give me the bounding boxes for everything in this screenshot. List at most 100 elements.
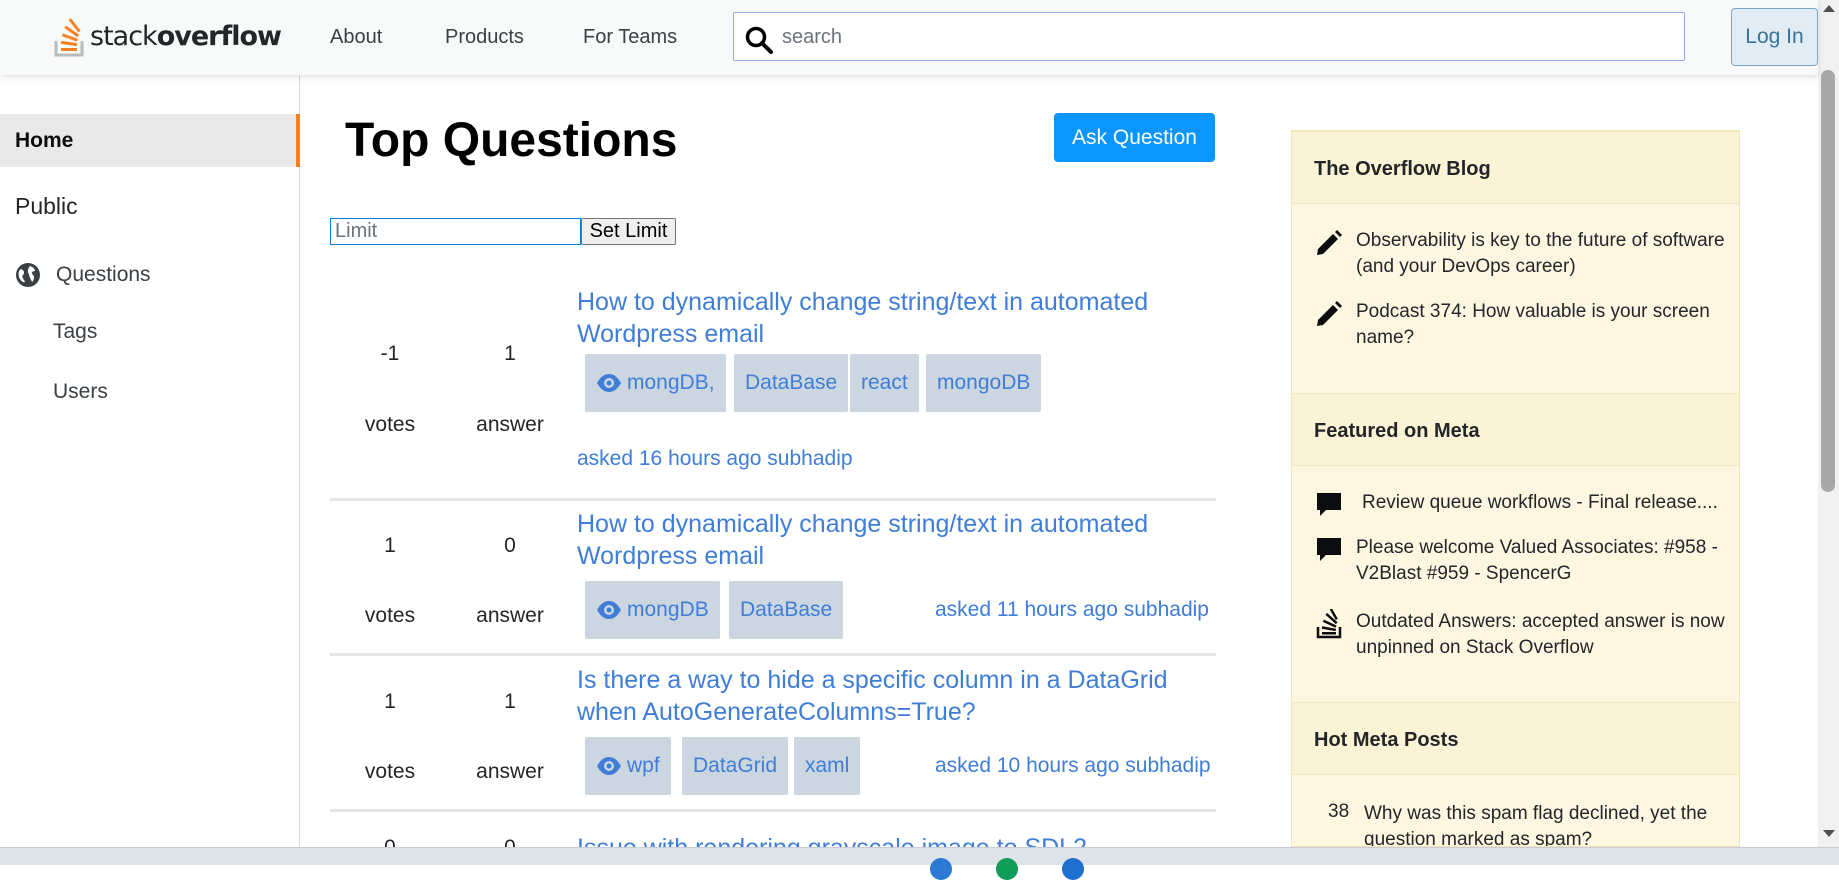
tag-label: DataBase [740,598,833,621]
vote-label: votes [364,604,416,627]
eye-icon [597,374,621,392]
stackoverflow-logo[interactable]: stackoverflow [52,14,282,58]
tag-label: DataGrid [693,754,778,777]
top-bar: stackoverflow About Products For Teams L… [0,0,1818,75]
taskbar-app-icon[interactable] [930,858,952,880]
tag-label: DataBase [745,371,838,394]
limit-input[interactable] [330,218,581,245]
meta-item-text: Review queue workflows - Final release..… [1362,492,1718,513]
sidebar-item-users[interactable]: Users [53,380,108,404]
question-separator [330,653,1216,656]
meta-title: Featured on Meta [1314,420,1480,442]
tag-label: mongDB [627,598,709,621]
pencil-icon [1317,230,1342,255]
question-row: 1 votes 1 answer Is there a way to hide … [330,658,1216,810]
question-row: -1 votes 1 answer How to dynamically cha… [330,280,1216,500]
globe-icon [16,263,40,287]
page-title: Top Questions [345,114,678,167]
hot-post-link[interactable]: Why was this spam flag declined, yet the… [1364,801,1724,846]
hot-meta-title: Hot Meta Posts [1314,729,1459,751]
tag-chip[interactable]: mongDB, [585,354,726,412]
scroll-down-arrow-icon[interactable] [1823,830,1835,837]
eye-icon [597,601,621,619]
sidebar-item-home[interactable]: Home [0,114,300,167]
asked-info[interactable]: asked 11 hours ago subhadip [935,598,1209,622]
sidebar-item-questions[interactable]: Questions [15,260,151,290]
meta-item-text: Outdated Answers: accepted answer is now… [1356,611,1725,658]
meta-item[interactable]: Review queue workflows - Final release..… [1314,490,1734,520]
blog-item-text: Podcast 374: How valuable is your screen… [1356,301,1710,348]
login-button[interactable]: Log In [1731,8,1818,66]
tag-chip[interactable]: DataBase [729,581,844,639]
logo-text-suffix: overflow [156,20,282,52]
scroll-thumb[interactable] [1821,70,1835,492]
stackoverflow-icon [1316,609,1342,639]
logo-text-prefix: stack [90,20,158,52]
tag-chip[interactable]: DataBase [734,354,849,412]
eye-icon [597,757,621,775]
tag-label: wpf [627,754,660,777]
chat-icon [1317,493,1341,516]
vote-label: votes [364,760,416,783]
tag-chip[interactable]: xaml [794,737,861,795]
sidebar-section-public: Public [15,193,78,219]
question-title-link[interactable]: How to dynamically change string/text in… [577,286,1197,350]
tag-chip[interactable]: DataGrid [682,737,789,795]
taskbar-app-icon[interactable] [996,858,1018,880]
blog-item-text: Observability is key to the future of so… [1356,230,1725,277]
sidebar-widget: The Overflow Blog Observability is key t… [1291,130,1740,847]
blog-title: The Overflow Blog [1314,158,1491,180]
answer-label: answer [476,413,544,436]
question-title-link[interactable]: How to dynamically change string/text in… [577,508,1197,572]
question-title-link[interactable]: Is there a way to hide a specific column… [577,664,1197,728]
answer-label: answer [476,760,544,783]
vote-label: votes [364,413,416,436]
tag-chip[interactable]: mongDB [585,581,720,639]
os-taskbar [0,847,1839,880]
meta-item-text: Please welcome Valued Associates: #958 -… [1356,537,1718,584]
answer-label: answer [476,604,544,627]
scroll-up-arrow-icon[interactable] [1823,5,1835,12]
question-separator [330,498,1216,501]
pencil-icon [1317,301,1342,326]
question-row: 1 votes 0 answer How to dynamically chan… [330,503,1216,655]
stack-icon [54,18,84,57]
ask-question-button[interactable]: Ask Question [1054,113,1215,162]
tag-chip[interactable]: react [850,354,919,412]
asked-info[interactable]: asked 16 hours ago subhadip [577,447,853,471]
answer-count: 1 [504,690,516,713]
tag-label: mongDB, [627,371,715,394]
vote-count: 1 [384,534,396,557]
sidebar-item-questions-label: Questions [56,263,151,286]
nav-about[interactable]: About [330,26,382,49]
sidebar-item-tags[interactable]: Tags [53,320,97,344]
hot-meta-header: Hot Meta Posts [1292,702,1739,775]
vote-count: 1 [384,690,396,713]
vote-count: -1 [380,342,400,365]
vote-count: 0 [330,836,450,847]
asked-info[interactable]: asked 10 hours ago subhadip [935,754,1211,778]
tag-label: xaml [805,754,850,777]
chat-icon [1317,538,1341,561]
search-input[interactable] [782,19,1662,55]
nav-products[interactable]: Products [445,26,524,49]
taskbar-app-icon[interactable] [1062,858,1084,880]
question-title-link[interactable]: Issue with rendering grayscale image to … [577,832,1197,847]
meta-item[interactable]: Please welcome Valued Associates: #958 -… [1314,535,1734,587]
set-limit-button[interactable]: Set Limit [581,218,676,245]
tag-chip[interactable]: mongoDB [926,354,1042,412]
left-sidebar: Home Public Questions Tags Users [0,75,300,847]
nav-for-teams[interactable]: For Teams [583,26,677,49]
answer-count: 1 [504,342,516,365]
answer-count: 0 [450,836,570,847]
blog-item[interactable]: Podcast 374: How valuable is your screen… [1314,299,1734,351]
sidebar-item-home-label: Home [15,129,74,152]
meta-header: Featured on Meta [1292,393,1739,466]
hot-post-count: 38 [1328,801,1350,822]
page-scrollbar[interactable] [1818,0,1839,847]
search-bar[interactable] [733,12,1685,61]
tag-chip[interactable]: wpf [585,737,671,795]
tag-label: mongoDB [937,371,1031,394]
blog-item[interactable]: Observability is key to the future of so… [1314,228,1734,280]
meta-item[interactable]: Outdated Answers: accepted answer is now… [1314,609,1734,661]
